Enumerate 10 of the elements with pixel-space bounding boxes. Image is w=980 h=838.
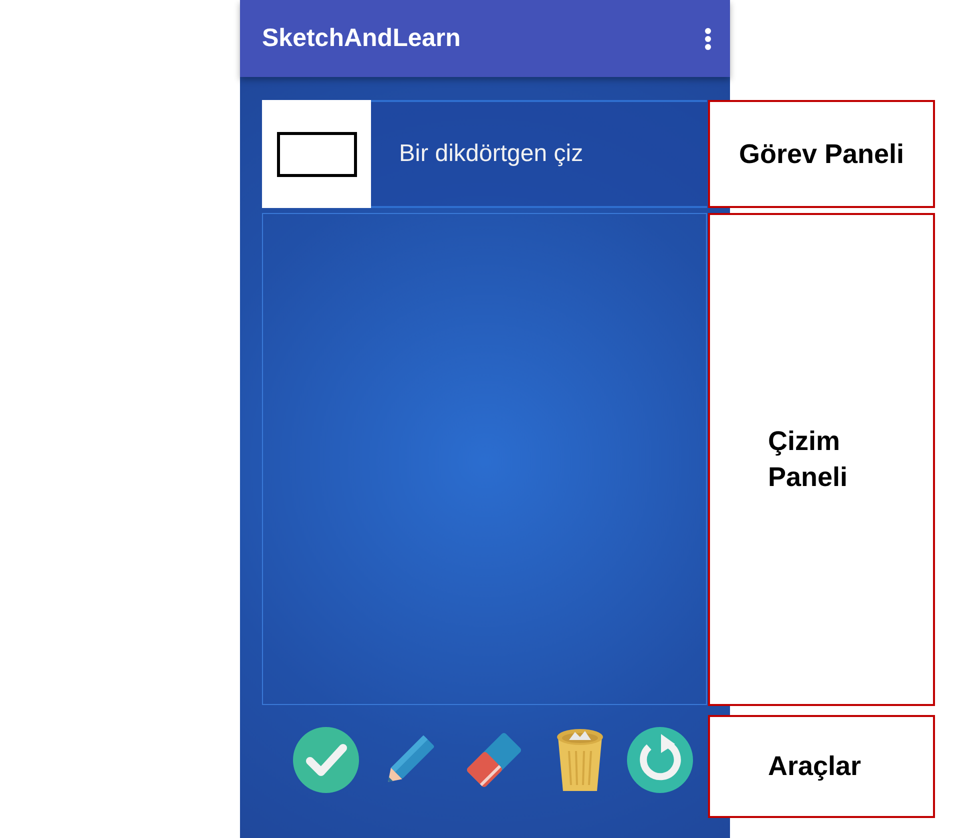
task-instruction: Bir dikdörtgen çiz [399, 140, 584, 168]
trash-can-icon[interactable] [555, 727, 605, 793]
annotation-label: Görev Paneli [738, 138, 904, 170]
refresh-icon[interactable] [627, 727, 693, 793]
rectangle-icon [276, 132, 356, 176]
annotation-label: Çizim Paneli [768, 425, 849, 494]
app-title: SketchAndLearn [262, 24, 461, 53]
check-icon[interactable] [293, 727, 359, 793]
annotation-label: Araçlar [768, 751, 862, 782]
more-options-icon[interactable] [704, 26, 712, 50]
